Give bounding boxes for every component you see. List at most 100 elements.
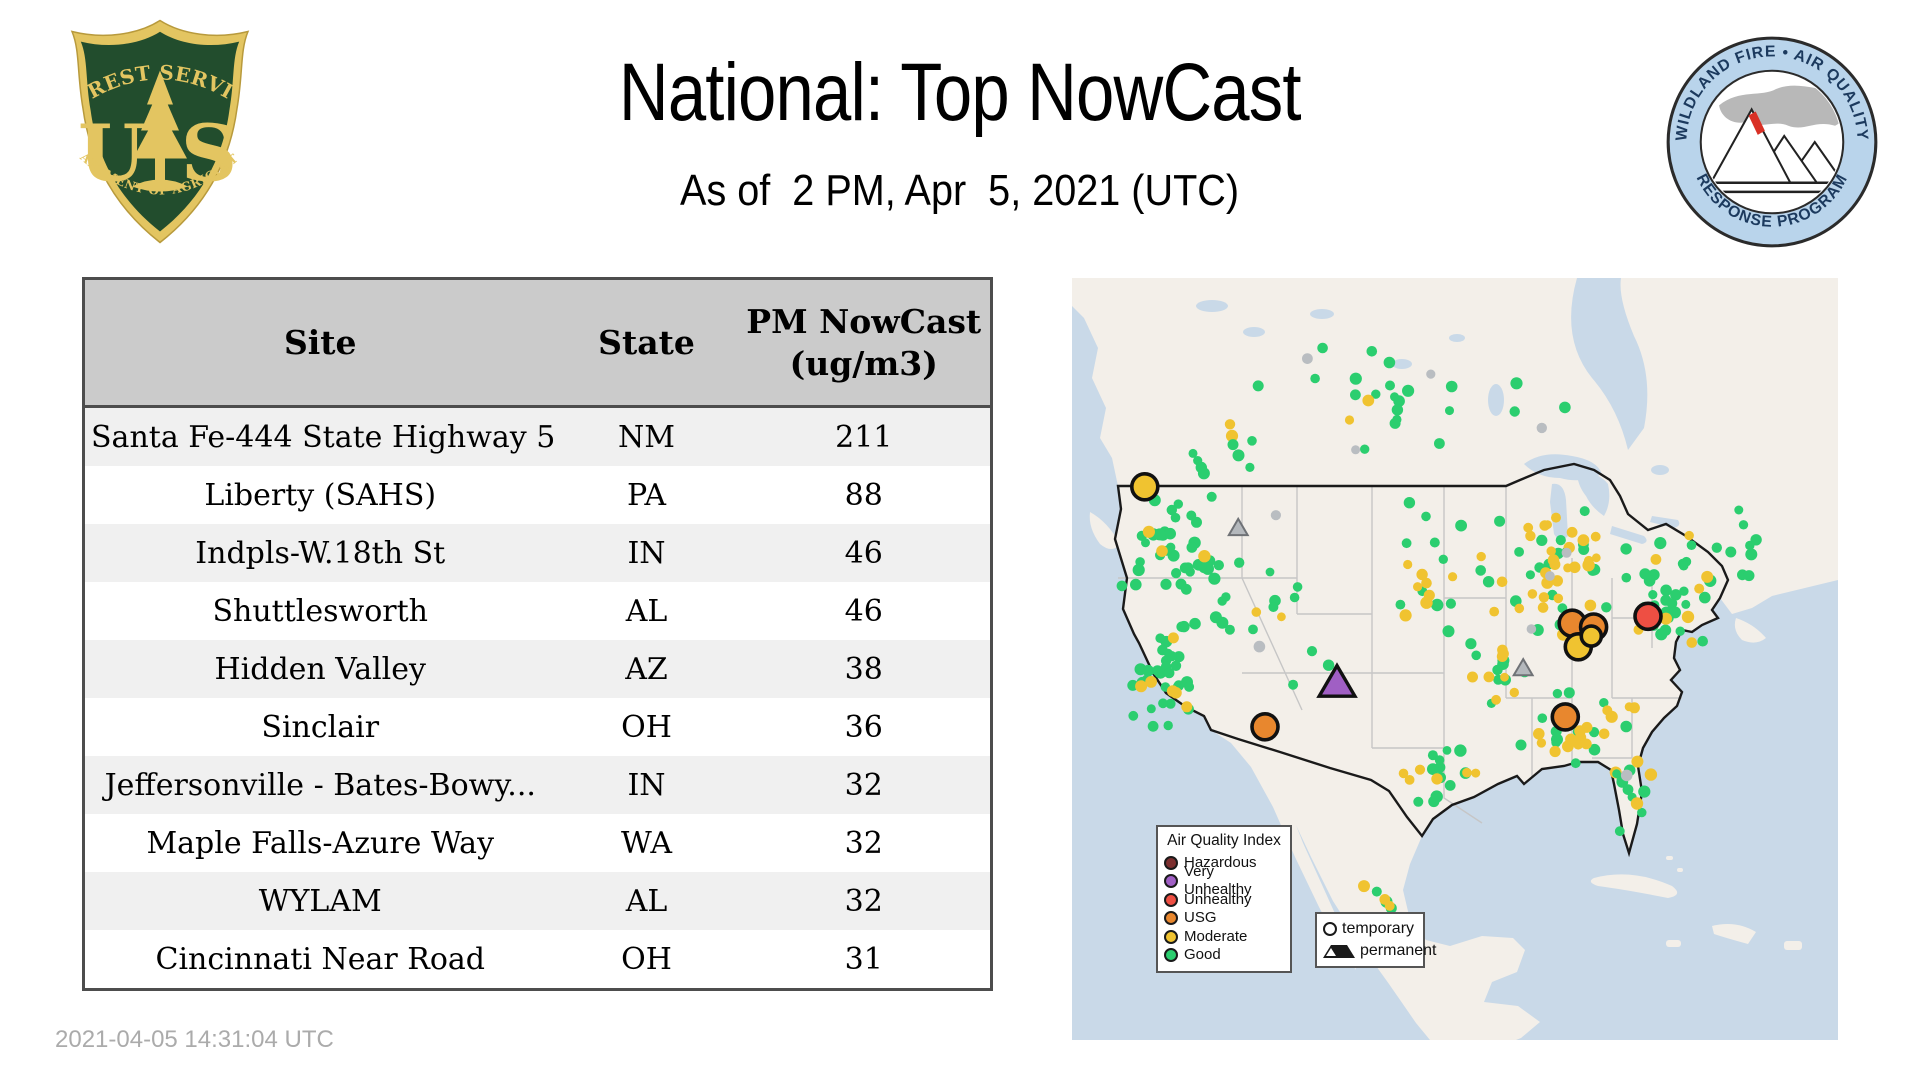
monitor-dot-yellow[interactable] (1399, 609, 1412, 622)
monitor-dot-green[interactable] (1421, 511, 1431, 522)
monitor-dot-yellow[interactable] (1527, 589, 1538, 599)
monitor-dot-yellow[interactable] (1156, 545, 1168, 557)
monitor-dot-green[interactable] (1147, 720, 1159, 732)
monitor-dot-gray[interactable] (1253, 640, 1266, 653)
monitor-dot-green[interactable] (1310, 373, 1320, 384)
monitor-dot-green[interactable] (1525, 570, 1535, 580)
monitor-dot-yellow[interactable] (1142, 525, 1155, 538)
monitor-dot-yellow[interactable] (1584, 599, 1597, 612)
monitor-dot-yellow[interactable] (1568, 561, 1581, 574)
monitor-dot-green[interactable] (1475, 565, 1486, 576)
monitor-dot-yellow[interactable] (1631, 755, 1644, 768)
monitor-dot-green[interactable] (1191, 516, 1202, 528)
monitor-dot-yellow[interactable] (1500, 672, 1509, 682)
monitor-dot-green[interactable] (1445, 406, 1454, 416)
monitor-dot-green[interactable] (1128, 710, 1139, 721)
monitor-dot-yellow[interactable] (1577, 534, 1590, 547)
monitor-dot-yellow[interactable] (1701, 570, 1714, 583)
monitor-dot-yellow[interactable] (1509, 687, 1519, 698)
monitor-dot-green[interactable] (1182, 562, 1194, 574)
monitor-dot-green[interactable] (1620, 720, 1632, 733)
monitor-dot-green[interactable] (1141, 538, 1150, 548)
monitor-dot-green[interactable] (1206, 491, 1217, 502)
monitor-dot-gray[interactable] (1426, 369, 1436, 379)
monitor-dot-green[interactable] (1444, 780, 1456, 791)
monitor-dot-green[interactable] (1537, 713, 1548, 723)
monitor-dot-yellow[interactable] (1650, 554, 1662, 565)
monitor-dot-green[interactable] (1209, 611, 1222, 624)
monitor-dot-yellow[interactable] (1489, 606, 1500, 617)
monitor-dot-yellow[interactable] (1224, 419, 1236, 430)
monitor-dot-green[interactable] (1221, 592, 1231, 602)
monitor-dot-green[interactable] (1116, 580, 1128, 592)
monitor-dot-yellow[interactable] (1630, 797, 1644, 810)
monitor-dot-green[interactable] (1552, 688, 1563, 699)
monitor-dot-yellow[interactable] (1497, 644, 1508, 656)
monitor-dot-yellow[interactable] (1537, 602, 1549, 613)
monitor-dot-green[interactable] (1514, 547, 1524, 557)
monitor-dot-green[interactable] (1153, 528, 1166, 541)
monitor-dot-green[interactable] (1745, 548, 1758, 561)
monitor-dot-green[interactable] (1442, 625, 1455, 638)
monitor-dot-green[interactable] (1515, 739, 1527, 751)
monitor-dot-green[interactable] (1465, 638, 1477, 650)
monitor-dot-yellow[interactable] (1403, 559, 1413, 570)
monitor-dot-green[interactable] (1248, 624, 1258, 635)
monitor-dot-green[interactable] (1366, 346, 1378, 357)
monitor-dot-green[interactable] (1563, 687, 1575, 699)
top-site-marker[interactable] (1579, 624, 1604, 648)
top-site-marker[interactable] (1250, 711, 1280, 742)
monitor-dot-yellow[interactable] (1549, 745, 1561, 758)
monitor-dot-green[interactable] (1163, 667, 1175, 679)
monitor-dot-green[interactable] (1402, 384, 1415, 397)
monitor-dot-green[interactable] (1601, 602, 1612, 613)
monitor-dot-green[interactable] (1711, 542, 1722, 553)
monitor-dot-yellow[interactable] (1565, 733, 1577, 746)
monitor-dot-yellow[interactable] (1491, 694, 1501, 705)
monitor-dot-green[interactable] (1401, 538, 1412, 549)
monitor-dot-green[interactable] (1454, 744, 1467, 757)
top-site-marker[interactable] (1550, 702, 1581, 732)
monitor-dot-gray[interactable] (1351, 445, 1361, 455)
monitor-dot-yellow[interactable] (1462, 767, 1472, 778)
monitor-dot-green[interactable] (1725, 546, 1737, 558)
monitor-dot-yellow[interactable] (1686, 637, 1698, 648)
monitor-dot-yellow[interactable] (1420, 596, 1433, 609)
monitor-dot-yellow[interactable] (1598, 728, 1610, 740)
monitor-dot-green[interactable] (1654, 537, 1667, 550)
monitor-dot-green[interactable] (1395, 599, 1406, 610)
monitor-dot-green[interactable] (1146, 704, 1156, 714)
monitor-dot-green[interactable] (1385, 380, 1395, 391)
monitor-dot-green[interactable] (1621, 572, 1632, 583)
top-site-marker[interactable] (1633, 601, 1663, 632)
monitor-dot-green[interactable] (1155, 633, 1165, 643)
monitor-dot-yellow[interactable] (1694, 583, 1705, 594)
monitor-dot-yellow[interactable] (1181, 701, 1193, 713)
monitor-dot-yellow[interactable] (1431, 773, 1443, 785)
monitor-dot-green[interactable] (1349, 372, 1362, 385)
monitor-dot-yellow[interactable] (1684, 530, 1694, 541)
monitor-dot-yellow[interactable] (1681, 610, 1695, 624)
monitor-dot-green[interactable] (1163, 720, 1173, 731)
monitor-dot-green[interactable] (1570, 758, 1581, 769)
monitor-dot-green[interactable] (1164, 527, 1176, 540)
monitor-dot-green[interactable] (1158, 698, 1168, 709)
monitor-dot-green[interactable] (1252, 380, 1264, 392)
monitor-dot-yellow[interactable] (1590, 531, 1601, 542)
monitor-dot-green[interactable] (1434, 755, 1445, 765)
monitor-dot-green[interactable] (1434, 438, 1445, 449)
monitor-dot-green[interactable] (1390, 392, 1399, 402)
monitor-dot-green[interactable] (1738, 520, 1749, 530)
monitor-dot-green[interactable] (1166, 504, 1177, 516)
monitor-dot-green[interactable] (1471, 650, 1481, 661)
monitor-dot-yellow[interactable] (1358, 880, 1370, 893)
monitor-dot-green[interactable] (1438, 554, 1448, 564)
monitor-dot-gray[interactable] (1526, 624, 1537, 634)
monitor-dot-yellow[interactable] (1553, 593, 1564, 604)
monitor-dot-green[interactable] (1455, 519, 1467, 532)
monitor-dot-yellow[interactable] (1514, 603, 1525, 614)
monitor-dot-yellow[interactable] (1166, 685, 1179, 697)
monitor-dot-green[interactable] (1697, 635, 1708, 647)
monitor-dot-yellow[interactable] (1471, 768, 1481, 778)
monitor-dot-green[interactable] (1509, 406, 1520, 417)
